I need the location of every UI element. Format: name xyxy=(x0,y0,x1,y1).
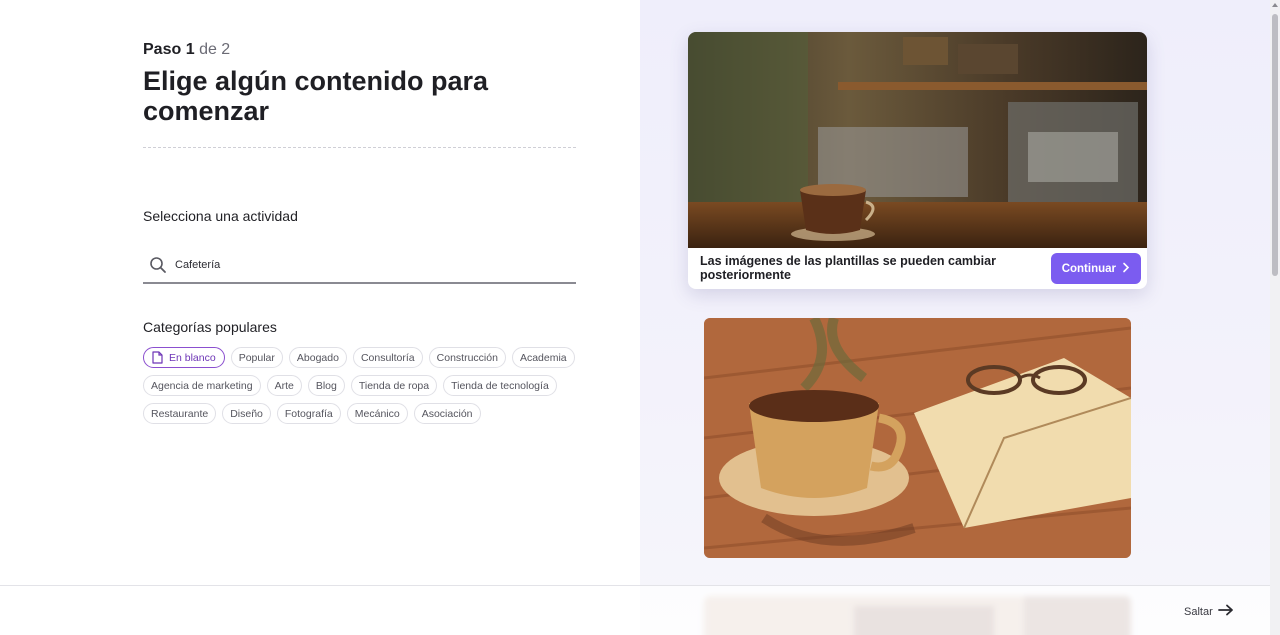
chip-label: En blanco xyxy=(169,351,216,364)
document-icon xyxy=(152,351,163,364)
cafe-photo xyxy=(688,32,1147,248)
left-pane: Paso 1 de 2 Elige algún contenido para c… xyxy=(0,0,640,585)
continue-label: Continuar xyxy=(1061,262,1116,275)
activity-label: Selecciona una actividad xyxy=(143,208,298,224)
dashed-divider xyxy=(143,147,576,148)
vertical-scrollbar[interactable] xyxy=(1270,0,1280,635)
search-icon xyxy=(145,252,171,278)
continue-button[interactable]: Continuar xyxy=(1050,253,1141,284)
category-chips: En blanco Popular Abogado Consultoría Co… xyxy=(143,347,583,431)
chip-tienda-de-ropa[interactable]: Tienda de ropa xyxy=(350,375,438,396)
activity-search-field[interactable] xyxy=(143,248,576,284)
chip-academia[interactable]: Academia xyxy=(511,347,575,368)
step-total: de 2 xyxy=(199,41,231,58)
step-indicator: Paso 1 de 2 xyxy=(143,41,230,59)
right-pane: Las imágenes de las plantillas se pueden… xyxy=(640,0,1270,635)
chip-popular[interactable]: Popular xyxy=(230,347,283,368)
categories-label: Categorías populares xyxy=(143,319,277,335)
chip-mecanico[interactable]: Mecánico xyxy=(346,403,408,424)
footer-bar: Saltar xyxy=(0,585,1270,635)
page-title: Elige algún contenido para comenzar xyxy=(143,66,489,126)
template-preview-card: Las imágenes de las plantillas se pueden… xyxy=(688,32,1147,289)
chip-asociacion[interactable]: Asociación xyxy=(413,403,481,424)
chip-construccion[interactable]: Construcción xyxy=(428,347,506,368)
step-number: 1 xyxy=(185,41,195,58)
scrollbar-thumb[interactable] xyxy=(1272,14,1278,276)
preview-caption: Las imágenes de las plantillas se pueden… xyxy=(700,254,996,282)
skip-label: Saltar xyxy=(1184,605,1213,618)
chip-abogado[interactable]: Abogado xyxy=(288,347,347,368)
footer-left xyxy=(0,586,640,635)
template-thumbnail-illustration[interactable] xyxy=(704,318,1131,558)
step-word: Paso xyxy=(143,41,182,58)
chip-row: Restaurante Diseño Fotografía Mecánico A… xyxy=(143,403,583,424)
chip-row: En blanco Popular Abogado Consultoría Co… xyxy=(143,347,583,368)
skip-button[interactable]: Saltar xyxy=(1184,604,1234,619)
chip-consultoria[interactable]: Consultoría xyxy=(352,347,423,368)
chip-blog[interactable]: Blog xyxy=(307,375,345,396)
chip-arte[interactable]: Arte xyxy=(266,375,302,396)
chip-tienda-de-tecnologia[interactable]: Tienda de tecnología xyxy=(443,375,557,396)
footer-right xyxy=(640,586,1270,635)
chip-agencia-de-marketing[interactable]: Agencia de marketing xyxy=(143,375,261,396)
chip-row: Agencia de marketing Arte Blog Tienda de… xyxy=(143,375,583,396)
chip-restaurante[interactable]: Restaurante xyxy=(143,403,217,424)
scroll-up-icon[interactable] xyxy=(1272,3,1278,7)
chip-fotografia[interactable]: Fotografía xyxy=(276,403,341,424)
activity-search-input[interactable] xyxy=(175,259,555,271)
chevron-right-icon xyxy=(1122,262,1130,276)
chip-diseno[interactable]: Diseño xyxy=(222,403,271,424)
arrow-right-icon xyxy=(1217,604,1234,619)
chip-en-blanco[interactable]: En blanco xyxy=(143,347,225,368)
